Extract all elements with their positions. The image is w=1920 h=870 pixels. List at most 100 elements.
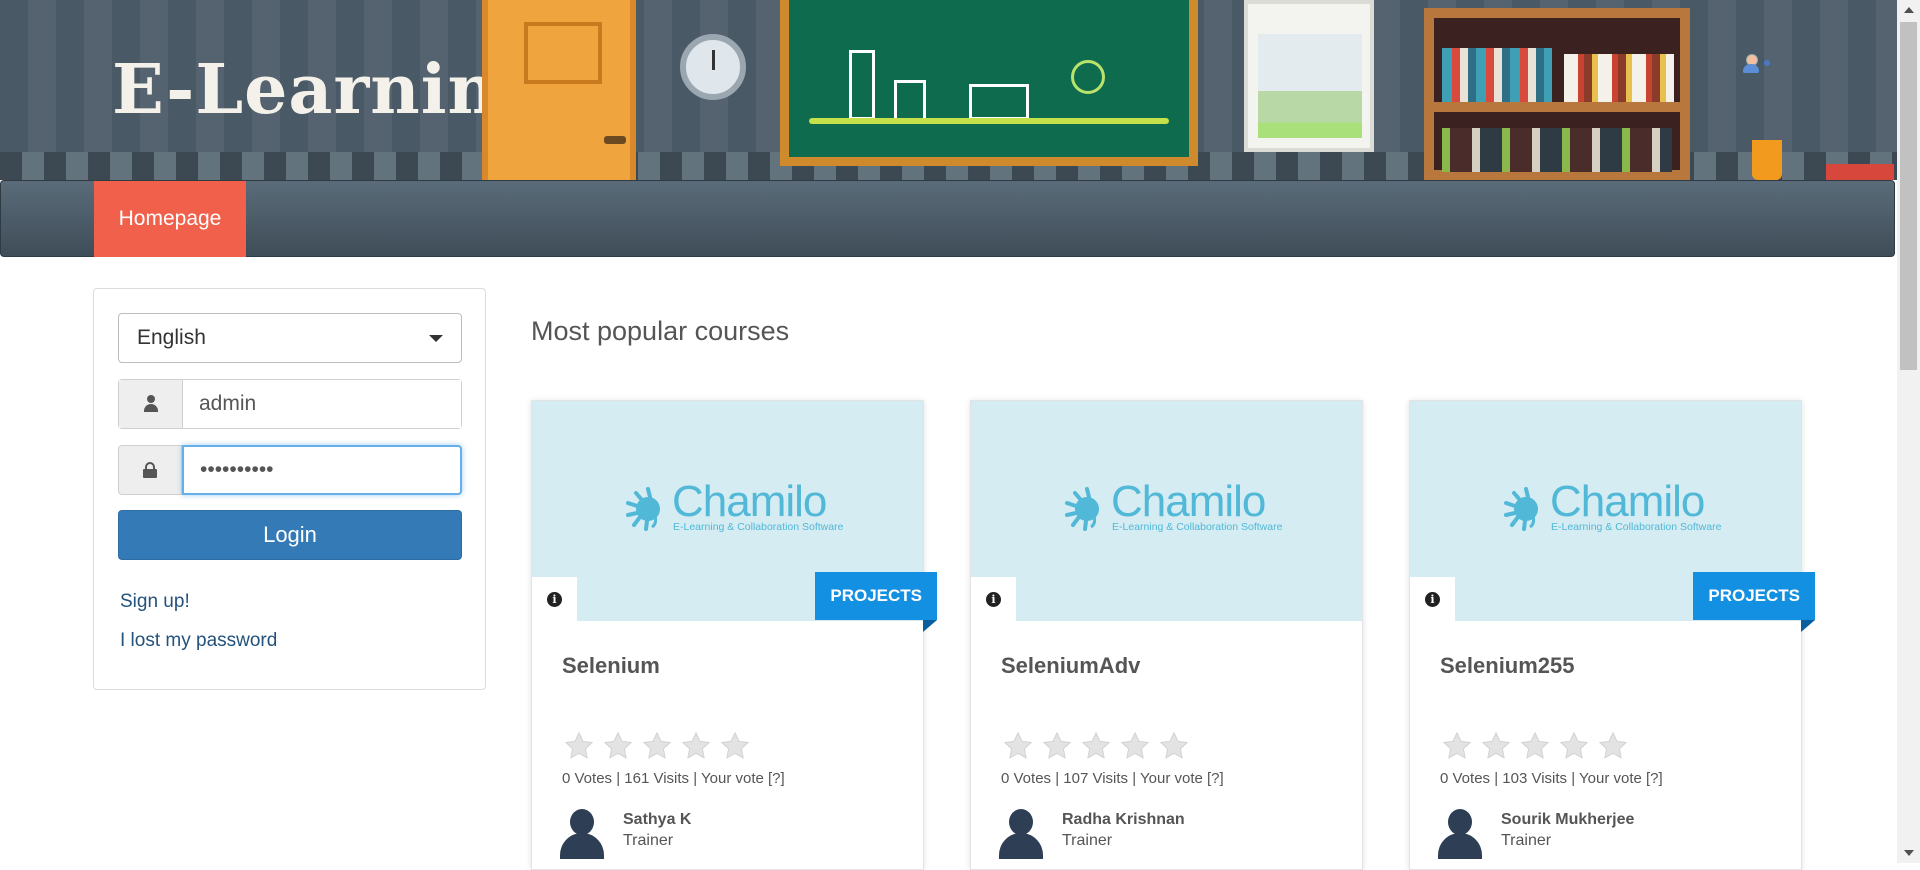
chamilo-word: Chamilo bbox=[1111, 477, 1266, 526]
header-banner: E-Learning bbox=[0, 0, 1897, 180]
chamilo-logo: Chamilo E-Learning & Collaboration Softw… bbox=[618, 477, 848, 533]
star-icon[interactable] bbox=[1003, 731, 1033, 761]
info-icon: i bbox=[1425, 591, 1440, 607]
nav-item-homepage[interactable]: Homepage bbox=[94, 181, 246, 257]
course-thumbnail[interactable]: Chamilo E-Learning & Collaboration Softw… bbox=[971, 401, 1362, 621]
teacher-avatar bbox=[1436, 807, 1484, 859]
separator: | bbox=[1567, 770, 1580, 787]
info-icon: i bbox=[986, 591, 1001, 607]
course-info-button[interactable]: i bbox=[971, 577, 1016, 621]
password-addon bbox=[118, 445, 182, 495]
course-info-button[interactable]: i bbox=[532, 577, 577, 621]
teacher-role: Trainer bbox=[623, 832, 674, 849]
username-group bbox=[118, 379, 462, 429]
star-icon[interactable] bbox=[1559, 731, 1589, 761]
chamilo-tagline: E-Learning & Collaboration Software bbox=[1112, 521, 1283, 533]
rating-stars[interactable] bbox=[1003, 731, 1189, 761]
user-menu-icon[interactable] bbox=[1742, 54, 1760, 74]
chamilo-tagline: E-Learning & Collaboration Software bbox=[1551, 521, 1722, 533]
teacher-name[interactable]: Sathya K bbox=[623, 811, 691, 829]
star-icon[interactable] bbox=[564, 731, 594, 761]
teacher-avatar bbox=[558, 807, 606, 859]
language-select[interactable]: English bbox=[118, 313, 462, 363]
user-menu-caret-icon[interactable] bbox=[1764, 60, 1770, 66]
course-title[interactable]: SeleniumAdv bbox=[1001, 653, 1140, 679]
scroll-up-arrow-icon[interactable] bbox=[1897, 0, 1920, 20]
chamilo-tagline: E-Learning & Collaboration Software bbox=[673, 521, 844, 533]
your-vote-text[interactable]: Your vote [?] bbox=[701, 770, 785, 787]
chamilo-mark-icon bbox=[1504, 487, 1538, 531]
password-input[interactable] bbox=[182, 445, 462, 495]
star-icon[interactable] bbox=[1159, 731, 1189, 761]
book-illustration bbox=[1826, 164, 1894, 180]
star-icon[interactable] bbox=[1598, 731, 1628, 761]
course-thumbnail[interactable]: Chamilo E-Learning & Collaboration Softw… bbox=[1410, 401, 1815, 632]
star-icon[interactable] bbox=[681, 731, 711, 761]
course-info-button[interactable]: i bbox=[1410, 577, 1455, 621]
rating-stars[interactable] bbox=[1442, 731, 1628, 761]
chamilo-logo: Chamilo E-Learning & Collaboration Softw… bbox=[1496, 477, 1726, 533]
chamilo-mark-icon bbox=[626, 487, 660, 531]
lost-password-link[interactable]: I lost my password bbox=[120, 630, 277, 652]
separator: | bbox=[1051, 770, 1064, 787]
star-icon[interactable] bbox=[1481, 731, 1511, 761]
course-thumbnail[interactable]: Chamilo E-Learning & Collaboration Softw… bbox=[532, 401, 937, 632]
visits-text: 103 Visits bbox=[1502, 770, 1568, 787]
chalkboard-illustration bbox=[780, 0, 1198, 166]
course-card: Chamilo E-Learning & Collaboration Softw… bbox=[970, 400, 1363, 870]
poster-illustration bbox=[1244, 0, 1374, 152]
course-card: Chamilo E-Learning & Collaboration Softw… bbox=[1409, 400, 1815, 870]
vote-info: 0 Votes | 107 Visits | Your vote [?] bbox=[1001, 770, 1224, 787]
login-button[interactable]: Login bbox=[118, 510, 462, 560]
votes-text: 0 Votes bbox=[562, 770, 613, 787]
signup-link[interactable]: Sign up! bbox=[120, 591, 190, 613]
separator: | bbox=[689, 770, 702, 787]
star-icon[interactable] bbox=[642, 731, 672, 761]
visits-text: 107 Visits bbox=[1063, 770, 1129, 787]
section-title: Most popular courses bbox=[531, 316, 790, 346]
rating-stars[interactable] bbox=[564, 731, 750, 761]
chamilo-word: Chamilo bbox=[672, 477, 827, 526]
visits-text: 161 Visits bbox=[624, 770, 690, 787]
star-icon[interactable] bbox=[1120, 731, 1150, 761]
vote-info: 0 Votes | 103 Visits | Your vote [?] bbox=[1440, 770, 1663, 787]
teacher-role: Trainer bbox=[1062, 832, 1113, 849]
pencil-cup-illustration bbox=[1752, 140, 1782, 180]
separator: | bbox=[612, 770, 625, 787]
teacher-avatar bbox=[997, 807, 1045, 859]
votes-text: 0 Votes bbox=[1001, 770, 1052, 787]
clock-icon bbox=[680, 34, 746, 100]
separator: | bbox=[1128, 770, 1141, 787]
chamilo-word: Chamilo bbox=[1550, 477, 1705, 526]
star-icon[interactable] bbox=[603, 731, 633, 761]
teacher-name[interactable]: Sourik Mukherjee bbox=[1501, 811, 1634, 829]
login-panel: English Login Sign up! I lost my passwor… bbox=[93, 288, 486, 690]
username-addon bbox=[119, 380, 183, 428]
course-card: Chamilo E-Learning & Collaboration Softw… bbox=[531, 400, 937, 870]
scroll-thumb[interactable] bbox=[1900, 22, 1917, 370]
bookshelf-illustration bbox=[1424, 8, 1690, 180]
user-icon bbox=[143, 395, 158, 413]
vertical-scrollbar[interactable] bbox=[1897, 0, 1920, 863]
vote-info: 0 Votes | 161 Visits | Your vote [?] bbox=[562, 770, 785, 787]
star-icon[interactable] bbox=[1081, 731, 1111, 761]
teacher-name[interactable]: Radha Krishnan bbox=[1062, 811, 1185, 829]
separator: | bbox=[1490, 770, 1503, 787]
star-icon[interactable] bbox=[1042, 731, 1072, 761]
banner-door-illustration bbox=[482, 0, 636, 180]
username-input[interactable] bbox=[183, 380, 461, 428]
star-icon[interactable] bbox=[1442, 731, 1472, 761]
lock-icon bbox=[143, 462, 157, 478]
course-title[interactable]: Selenium255 bbox=[1440, 653, 1575, 679]
your-vote-text[interactable]: Your vote [?] bbox=[1140, 770, 1224, 787]
scroll-down-arrow-icon[interactable] bbox=[1897, 843, 1920, 863]
your-vote-text[interactable]: Your vote [?] bbox=[1579, 770, 1663, 787]
main-navbar: Homepage bbox=[0, 180, 1895, 257]
star-icon[interactable] bbox=[1520, 731, 1550, 761]
info-icon: i bbox=[547, 591, 562, 607]
category-badge: PROJECTS bbox=[1693, 572, 1815, 632]
category-badge: PROJECTS bbox=[815, 572, 937, 632]
votes-text: 0 Votes bbox=[1440, 770, 1491, 787]
star-icon[interactable] bbox=[720, 731, 750, 761]
course-title[interactable]: Selenium bbox=[562, 653, 660, 679]
